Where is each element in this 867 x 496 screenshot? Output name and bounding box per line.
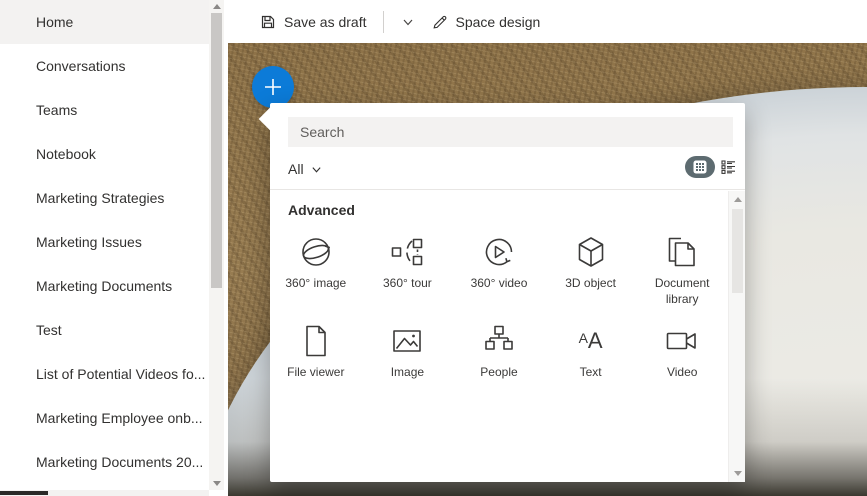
scroll-down-icon[interactable]: [209, 477, 224, 490]
web-part-picker-panel: All: [258, 103, 745, 482]
picker-content: Advanced 360° image 360° tour 360° video…: [270, 191, 728, 482]
sidebar-item-marketing-documents[interactable]: Marketing Documents: [0, 264, 210, 308]
chevron-down-icon: [311, 164, 322, 175]
scroll-up-icon[interactable]: [209, 0, 224, 13]
sidebar-item-marketing-documents-20[interactable]: Marketing Documents 20...: [0, 440, 210, 484]
tile-label: 360° image: [285, 276, 347, 290]
sidebar-item-list-of-potential-videos[interactable]: List of Potential Videos fo...: [0, 352, 210, 396]
picker-header: All: [270, 103, 745, 190]
list-view-icon: [720, 160, 736, 174]
tile-label: File viewer: [287, 365, 345, 380]
org-chart-icon: [481, 323, 517, 359]
search-input[interactable]: [288, 117, 733, 147]
list-view-toggle[interactable]: [719, 158, 737, 176]
tile-label: Text: [579, 365, 602, 380]
grid-view-toggle[interactable]: [685, 156, 715, 178]
grid-view-icon: [693, 160, 707, 174]
video-camera-icon: [664, 323, 700, 359]
sidebar-hscrollbar-thumb[interactable]: [0, 491, 48, 495]
video-360-icon: [481, 234, 517, 270]
tile-label: 360° tour: [382, 276, 432, 290]
sidebar-item-conversations[interactable]: Conversations: [0, 44, 210, 88]
tile-people[interactable]: People: [453, 323, 545, 381]
tile-label: 3D object: [565, 276, 616, 290]
image-icon: [389, 323, 425, 359]
toolbar-divider: [382, 10, 384, 33]
tile-label: Video: [666, 365, 698, 380]
tile-label: Image: [390, 365, 425, 380]
save-icon: [260, 14, 276, 30]
view-toggle-group: [685, 156, 737, 178]
add-web-part-button[interactable]: [252, 66, 294, 108]
file-viewer-icon: [298, 323, 334, 359]
save-as-draft-label: Save as draft: [284, 13, 367, 30]
save-as-draft-button[interactable]: Save as draft: [258, 10, 369, 34]
sidebar-item-marketing-strategies[interactable]: Marketing Strategies: [0, 176, 210, 220]
space-design-label: Space design: [455, 13, 541, 30]
tile-text[interactable]: A A Text: [545, 323, 637, 381]
tile-video[interactable]: Video: [636, 323, 728, 381]
web-part-grid: 360° image 360° tour 360° video 3D objec…: [270, 234, 728, 381]
panel-scrollbar-thumb[interactable]: [732, 209, 743, 293]
panel-scroll-up-icon[interactable]: [729, 193, 746, 206]
sidebar-item-teams[interactable]: Teams: [0, 88, 210, 132]
sphere-360-icon: [298, 234, 334, 270]
tile-360-tour[interactable]: 360° tour: [362, 234, 454, 307]
sidebar-vertical-scrollbar[interactable]: [209, 0, 224, 490]
tile-label: 360° video: [470, 276, 528, 290]
sidebar-item-marketing-employee-onboarding[interactable]: Marketing Employee onb...: [0, 396, 210, 440]
space-design-button[interactable]: Space design: [430, 10, 543, 34]
pencil-icon: [432, 14, 448, 30]
tile-image[interactable]: Image: [362, 323, 454, 381]
cube-3d-icon: [573, 234, 609, 270]
site-navigation-sidebar: Home Conversations Teams Notebook Market…: [0, 0, 228, 496]
sidebar-item-notebook[interactable]: Notebook: [0, 132, 210, 176]
panel-vertical-scrollbar[interactable]: [728, 191, 745, 482]
tile-label: Document library: [654, 276, 710, 306]
panel-scroll-down-icon[interactable]: [729, 467, 746, 480]
plus-icon: [263, 77, 283, 97]
spaces-editor-window: Home Conversations Teams Notebook Market…: [0, 0, 867, 496]
tile-label: People: [480, 365, 518, 380]
sidebar-item-home[interactable]: Home: [0, 0, 210, 44]
tile-document-library[interactable]: Document library: [636, 234, 728, 307]
tile-360-image[interactable]: 360° image: [270, 234, 362, 307]
save-options-chevron-button[interactable]: [396, 12, 420, 32]
editor-command-bar: Save as draft Space design: [228, 0, 867, 43]
sidebar-item-test[interactable]: Test: [0, 308, 210, 352]
text-icon: A A: [578, 328, 603, 354]
sidebar-item-marketing-issues[interactable]: Marketing Issues: [0, 220, 210, 264]
tile-360-video[interactable]: 360° video: [453, 234, 545, 307]
section-title: Advanced: [288, 202, 355, 218]
filter-dropdown[interactable]: All: [288, 155, 322, 183]
filter-label: All: [288, 161, 304, 177]
sidebar-scrollbar-thumb[interactable]: [211, 13, 222, 288]
tile-3d-object[interactable]: 3D object: [545, 234, 637, 307]
document-library-icon: [664, 234, 700, 270]
tile-file-viewer[interactable]: File viewer: [270, 323, 362, 381]
tour-360-icon: [389, 234, 425, 270]
sidebar-horizontal-scrollbar[interactable]: [0, 490, 209, 496]
